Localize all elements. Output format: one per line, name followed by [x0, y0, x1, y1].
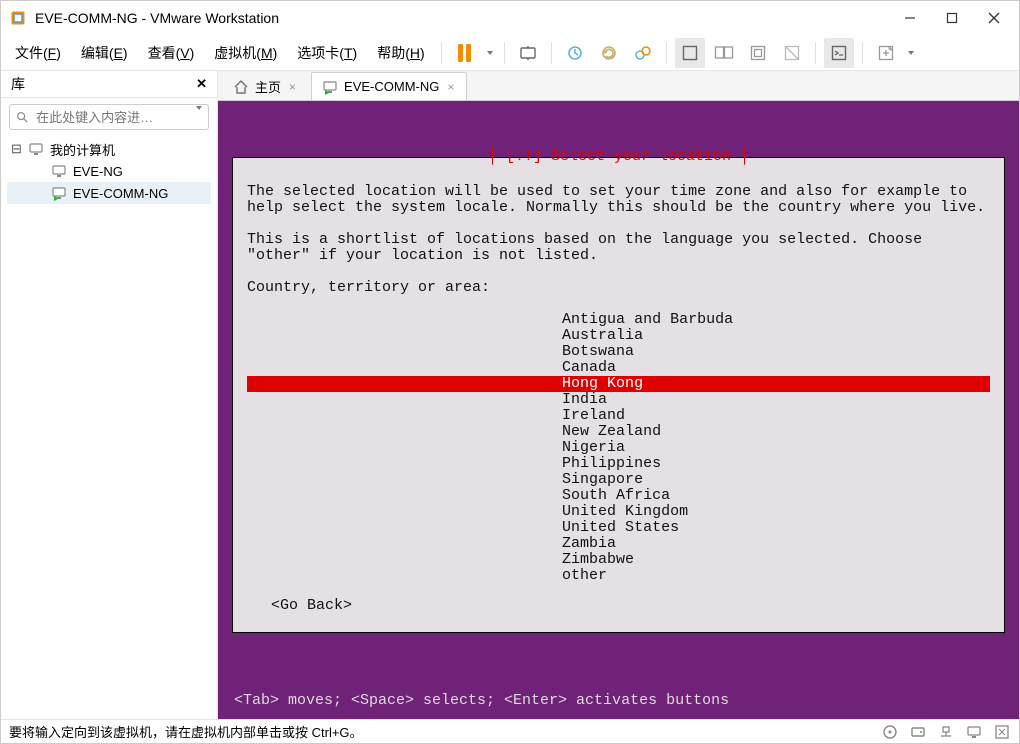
unity-button[interactable]	[777, 38, 807, 68]
statusbar: 要将输入定向到该虚拟机，请在虚拟机内部单击或按 Ctrl+G。	[1, 719, 1019, 743]
tree-root-label: 我的计算机	[50, 140, 115, 159]
tab-label: 主页	[255, 77, 281, 96]
library-tree: ⊟ 我的计算机 EVE-NG EVE-COMM-NG	[1, 138, 217, 210]
tree-root-my-computer[interactable]: ⊟ 我的计算机	[7, 138, 211, 160]
suspend-button[interactable]	[450, 38, 480, 68]
location-option[interactable]: Hong Kong	[247, 376, 990, 392]
tab-home[interactable]: 主页 ×	[222, 72, 309, 100]
chevron-down-icon	[908, 51, 914, 55]
installer-paragraph: This is a shortlist of locations based o…	[247, 232, 990, 264]
view-multimonitor-button[interactable]	[709, 38, 739, 68]
go-back-button[interactable]: <Go Back>	[271, 598, 990, 614]
sidebar-close-button[interactable]: ✕	[192, 74, 211, 94]
separator	[815, 42, 816, 64]
vm-icon	[51, 163, 67, 179]
close-button[interactable]	[973, 2, 1015, 34]
tab-vm[interactable]: EVE-COMM-NG ×	[311, 72, 467, 100]
menu-view[interactable]: 查看(V)	[140, 39, 203, 67]
snapshot-take-button[interactable]	[560, 38, 590, 68]
fullscreen-button[interactable]	[743, 38, 773, 68]
tree-item-label: EVE-COMM-NG	[73, 186, 168, 201]
location-option[interactable]: United States	[247, 520, 990, 536]
location-option[interactable]: New Zealand	[247, 424, 990, 440]
tabbar: 主页 × EVE-COMM-NG ×	[218, 71, 1019, 101]
installer-prompt: Country, territory or area:	[247, 280, 990, 296]
view-single-button[interactable]	[675, 38, 705, 68]
location-option[interactable]: United Kingdom	[247, 504, 990, 520]
input-grab-icon[interactable]	[993, 723, 1011, 741]
location-option[interactable]: India	[247, 392, 990, 408]
location-option[interactable]: Botswana	[247, 344, 990, 360]
location-option[interactable]: Nigeria	[247, 440, 990, 456]
snapshot-revert-button[interactable]	[594, 38, 624, 68]
vm-console[interactable]: ┤ [!!] Select your location ├ The select…	[218, 101, 1019, 719]
chevron-down-icon	[196, 106, 202, 125]
installer-dialog: ┤ [!!] Select your location ├ The select…	[232, 157, 1005, 633]
separator	[441, 42, 442, 64]
snapshot-manager-button[interactable]	[628, 38, 658, 68]
tab-label: EVE-COMM-NG	[344, 79, 439, 94]
tab-close-button[interactable]: ×	[445, 80, 456, 94]
sidebar-search[interactable]	[9, 104, 209, 130]
device-cdrom-icon[interactable]	[881, 723, 899, 741]
location-option[interactable]: Ireland	[247, 408, 990, 424]
library-sidebar: 库 ✕ ⊟ 我的计算机 EVE-NG EVE-COMM-NG	[1, 71, 218, 719]
installer-hint: <Tab> moves; <Space> selects; <Enter> ac…	[232, 690, 1005, 709]
console-view-button[interactable]	[824, 38, 854, 68]
stretch-guest-button[interactable]	[871, 38, 901, 68]
menu-vm[interactable]: 虚拟机(M)	[206, 39, 285, 67]
home-icon	[233, 79, 249, 95]
window-title: EVE-COMM-NG - VMware Workstation	[35, 10, 279, 26]
stretch-dropdown[interactable]	[905, 38, 917, 68]
chevron-down-icon	[487, 51, 493, 55]
vm-icon	[51, 185, 67, 201]
sidebar-header: 库 ✕	[1, 71, 217, 98]
search-icon	[16, 110, 28, 124]
vmware-logo-icon	[9, 9, 27, 27]
content-pane: 主页 × EVE-COMM-NG × ┤ [!!] Select your locat…	[218, 71, 1019, 719]
separator	[862, 42, 863, 64]
location-list[interactable]: Antigua and Barbuda Australia Botswana C…	[247, 312, 990, 584]
menu-file[interactable]: 文件(F)	[7, 39, 69, 67]
computer-icon	[28, 141, 44, 157]
location-option[interactable]: Singapore	[247, 472, 990, 488]
status-text: 要将输入定向到该虚拟机，请在虚拟机内部单击或按 Ctrl+G。	[9, 722, 363, 741]
device-harddisk-icon[interactable]	[909, 723, 927, 741]
vm-running-icon	[322, 79, 338, 95]
minimize-button[interactable]	[889, 2, 931, 34]
device-network-icon[interactable]	[937, 723, 955, 741]
main-split: 库 ✕ ⊟ 我的计算机 EVE-NG EVE-COMM-NG	[1, 71, 1019, 719]
separator	[666, 42, 667, 64]
separator	[504, 42, 505, 64]
location-option[interactable]: Australia	[247, 328, 990, 344]
device-display-icon[interactable]	[965, 723, 983, 741]
menubar: 文件(F) 编辑(E) 查看(V) 虚拟机(M) 选项卡(T) 帮助(H)	[1, 35, 1019, 71]
search-dropdown[interactable]	[196, 110, 202, 125]
location-option[interactable]: Zimbabwe	[247, 552, 990, 568]
location-option[interactable]: Philippines	[247, 456, 990, 472]
power-dropdown[interactable]	[484, 38, 496, 68]
menu-tabs[interactable]: 选项卡(T)	[289, 39, 365, 67]
installer-paragraph: The selected location will be used to se…	[247, 184, 990, 216]
location-option[interactable]: other	[247, 568, 990, 584]
menu-help[interactable]: 帮助(H)	[369, 39, 432, 67]
tree-item-vm[interactable]: EVE-COMM-NG	[7, 182, 211, 204]
sidebar-title: 库	[11, 74, 25, 94]
location-option[interactable]: Antigua and Barbuda	[247, 312, 990, 328]
app-window: EVE-COMM-NG - VMware Workstation 文件(F) 编…	[0, 0, 1020, 744]
sidebar-search-input[interactable]	[34, 109, 190, 126]
separator	[551, 42, 552, 64]
titlebar: EVE-COMM-NG - VMware Workstation	[1, 1, 1019, 35]
tab-close-button[interactable]: ×	[287, 80, 298, 94]
maximize-button[interactable]	[931, 2, 973, 34]
location-option[interactable]: Canada	[247, 360, 990, 376]
location-option[interactable]: Zambia	[247, 536, 990, 552]
location-option[interactable]: South Africa	[247, 488, 990, 504]
menu-edit[interactable]: 编辑(E)	[73, 39, 136, 67]
send-ctrl-alt-del-button[interactable]	[513, 38, 543, 68]
installer-dialog-title: ┤ [!!] Select your location ├	[233, 148, 1004, 165]
tree-item-label: EVE-NG	[73, 164, 123, 179]
tree-twisty-icon: ⊟	[11, 141, 22, 157]
tree-item-vm[interactable]: EVE-NG	[7, 160, 211, 182]
